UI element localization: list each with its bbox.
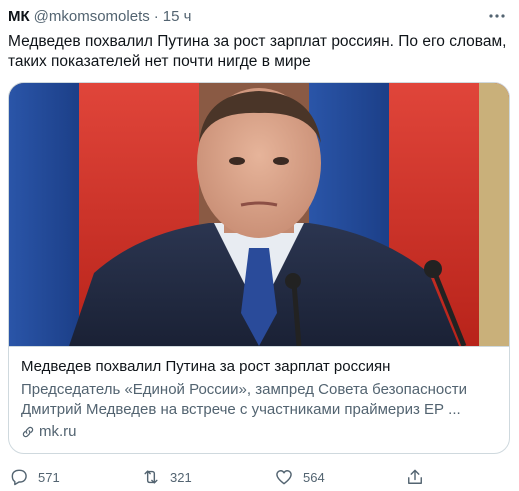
retweet-count: 321: [170, 469, 192, 485]
tweet-text: Медведев похвалил Путина за рост зарплат…: [8, 33, 507, 70]
retweet-icon: [140, 466, 162, 488]
retweet-button[interactable]: 321: [140, 466, 192, 488]
separator-dot: ·: [153, 7, 159, 25]
tweet: МК @mkomsomolets · 15 ч Медведев похвали…: [0, 0, 519, 491]
tweet-timestamp[interactable]: 15 ч: [163, 8, 192, 25]
author-name[interactable]: МК: [8, 8, 30, 25]
share-icon: [404, 466, 426, 488]
author-handle[interactable]: @mkomsomolets: [34, 8, 150, 25]
reply-count: 571: [38, 469, 60, 485]
card-body: Медведев похвалил Путина за рост зарплат…: [9, 346, 509, 453]
card-domain-text: mk.ru: [39, 423, 77, 440]
link-icon: [22, 426, 34, 438]
card-image: [9, 83, 509, 346]
share-button[interactable]: [404, 466, 434, 488]
reply-button[interactable]: 571: [8, 466, 60, 488]
heart-icon: [273, 466, 295, 488]
tweet-header: МК @mkomsomolets · 15 ч: [8, 6, 191, 26]
tweet-actions: 571 321 564: [0, 466, 519, 490]
card-description-line1: Председатель «Единой России», зампред Со…: [21, 381, 468, 398]
card-title: Медведев похвалил Путина за рост зарплат…: [21, 358, 391, 375]
link-card[interactable]: Медведев похвалил Путина за рост зарплат…: [8, 82, 510, 454]
card-domain: mk.ru: [21, 422, 497, 442]
like-count: 564: [303, 469, 325, 485]
reply-icon: [8, 466, 30, 488]
more-options-button[interactable]: [485, 6, 509, 26]
card-description-line2: Дмитрий Медведев на встрече с участникам…: [21, 401, 461, 418]
like-button[interactable]: 564: [273, 466, 325, 488]
more-dots-icon: [489, 14, 505, 18]
